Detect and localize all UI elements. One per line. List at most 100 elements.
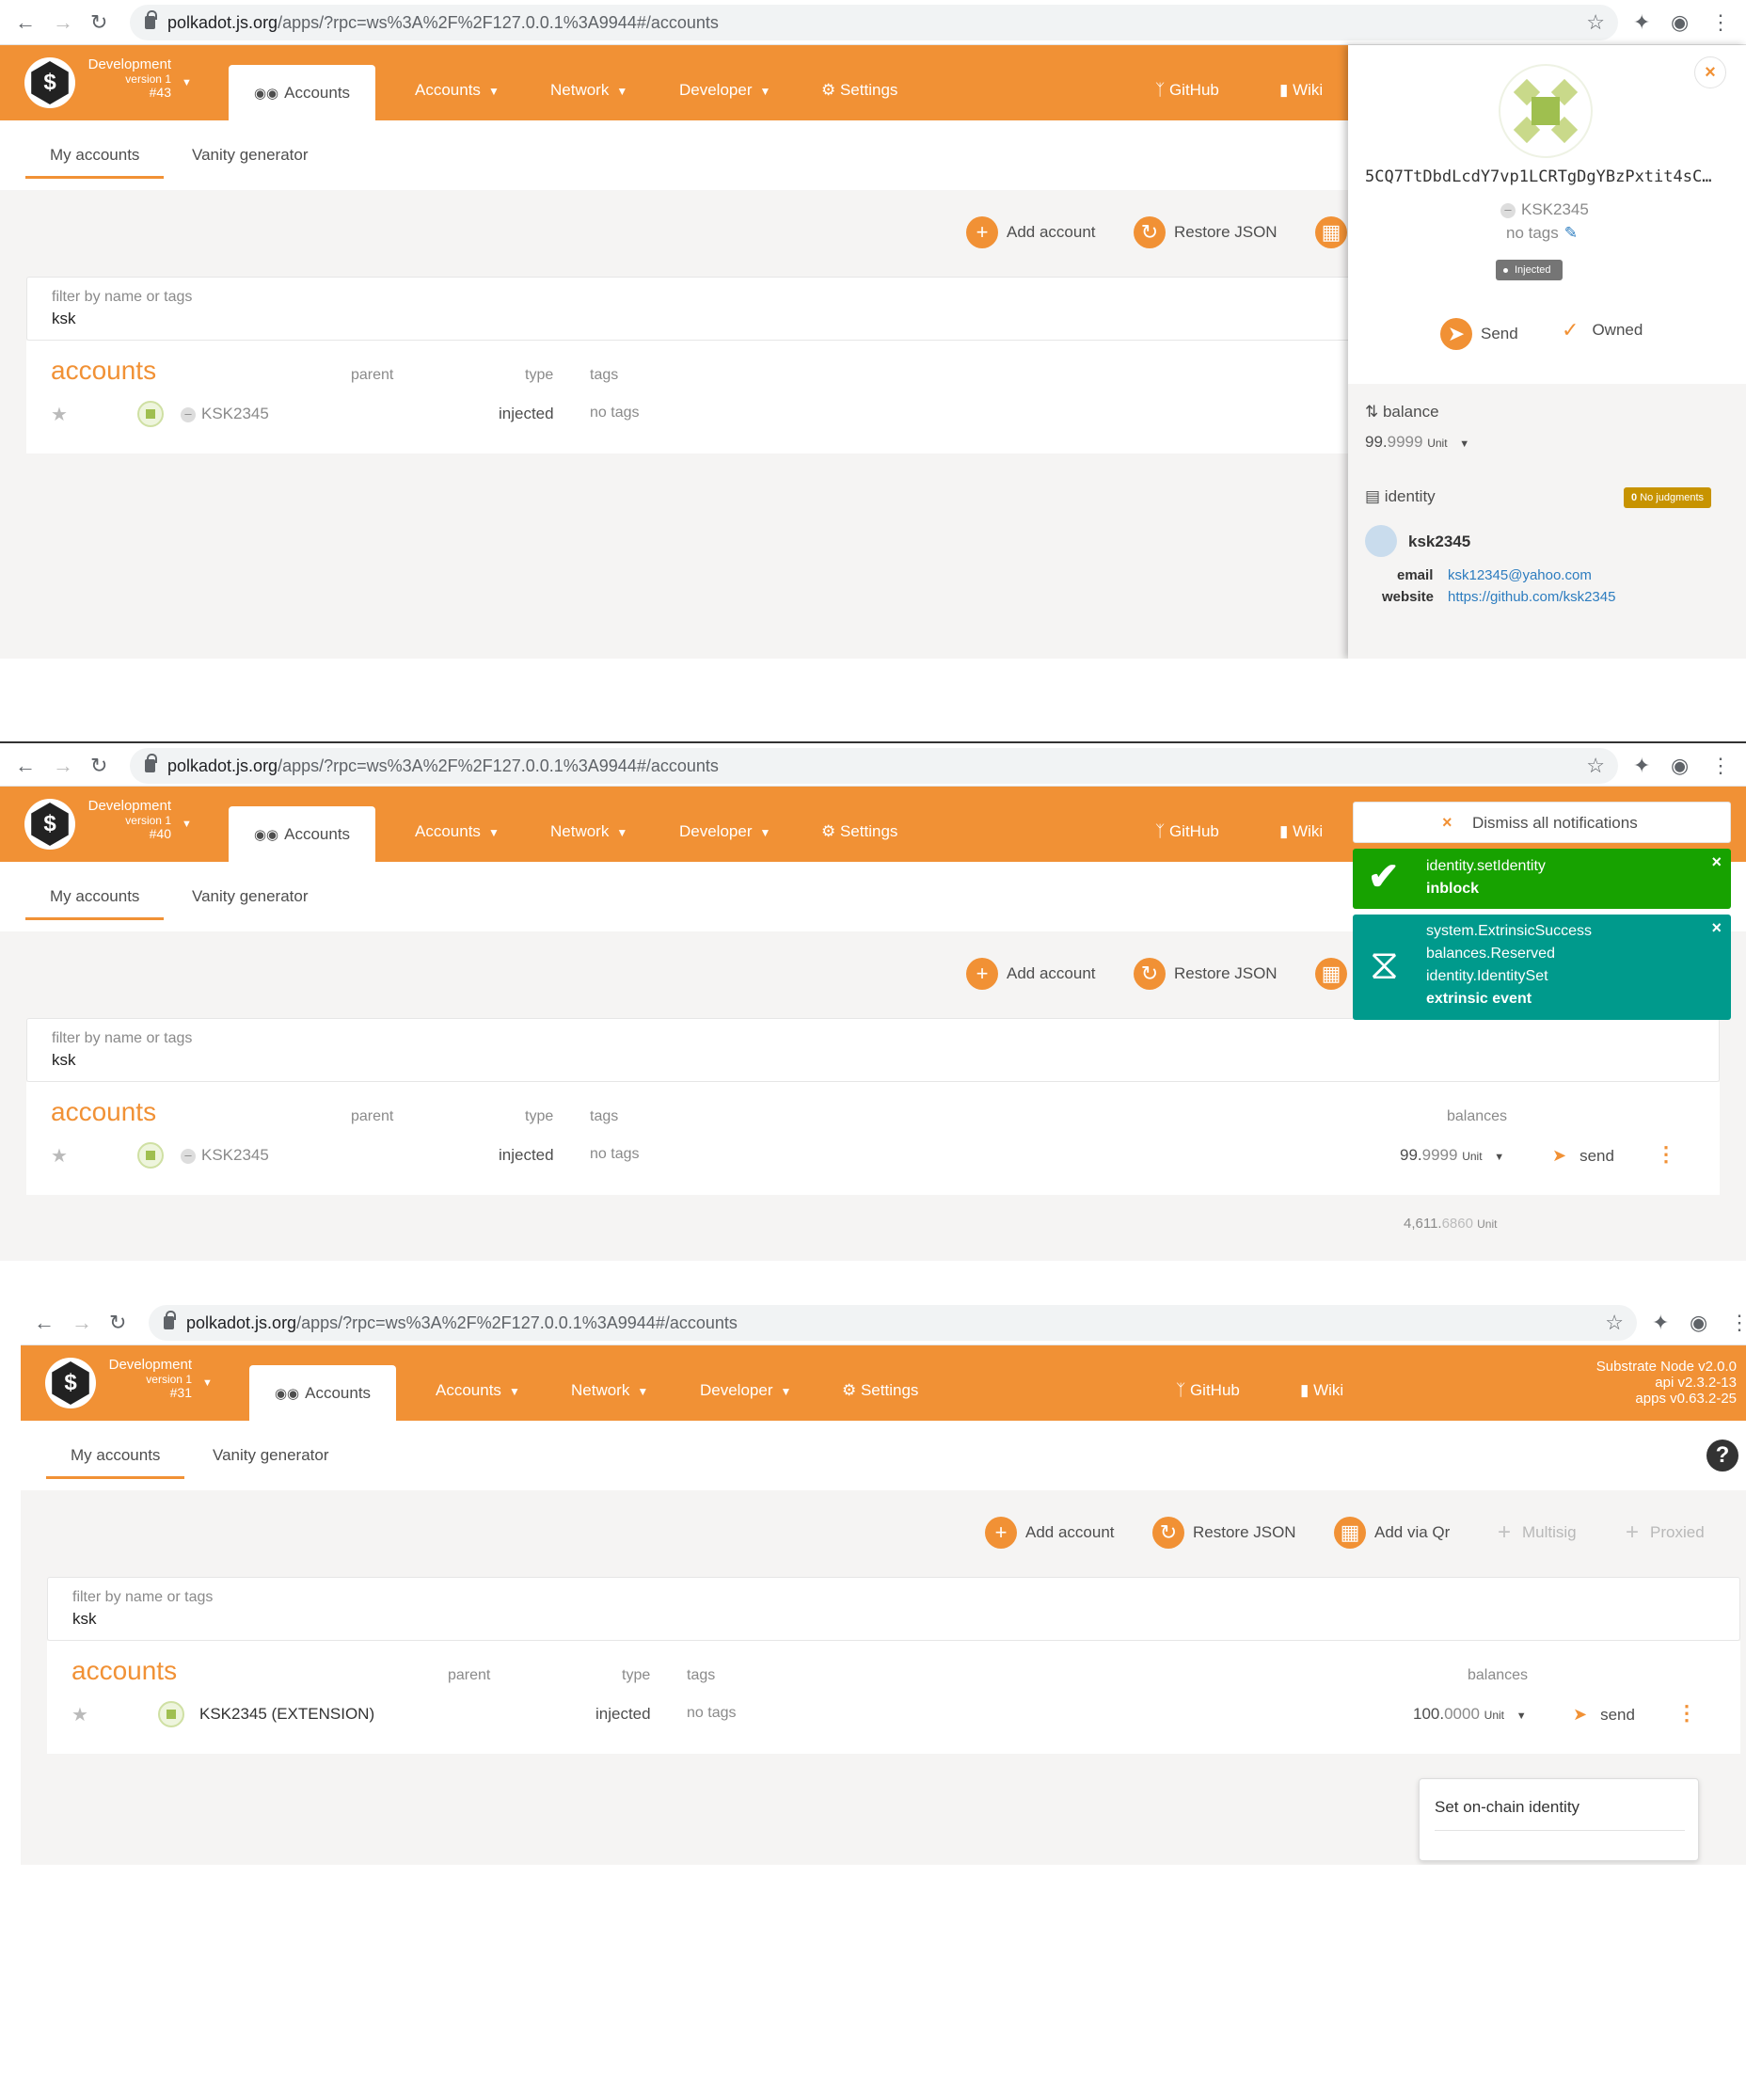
restore-json-button[interactable]: ↻ Restore JSON [1134,958,1278,990]
send-button[interactable]: ➤ Send [1440,318,1518,350]
tab-vanity-generator[interactable]: Vanity generator [213,1446,328,1465]
address-bar[interactable]: polkadot.js.org/apps/?rpc=ws%3A%2F%2F127… [130,748,1618,784]
extensions-icon[interactable]: ✦ [1652,1312,1669,1334]
row-menu-icon[interactable]: ⋮ [1676,1701,1697,1726]
set-onchain-identity-menu-item[interactable]: Set on-chain identity [1435,1798,1685,1831]
multisig-button[interactable]: + Multisig [1498,1517,1577,1549]
restore-json-button[interactable]: ↻ Restore JSON [1152,1517,1296,1549]
favorite-star-icon[interactable]: ★ [51,1144,68,1168]
add-via-qr-button[interactable]: ▦ Add via Qr [1334,1517,1450,1549]
forward-icon[interactable]: → [71,1312,92,1334]
menu-settings[interactable]: ⚙ Settings [821,81,897,100]
proxied-button[interactable]: + Proxied [1626,1517,1705,1549]
close-notification-icon[interactable]: × [1711,851,1722,873]
balance-value[interactable]: 99.9999 Unit ▼ [1365,433,1469,452]
owned-button[interactable]: ✓ Owned [1562,318,1643,342]
account-name[interactable]: – KSK2345 [181,1146,269,1165]
address-bar[interactable]: polkadot.js.org/apps/?rpc=ws%3A%2F%2F127… [130,5,1618,40]
favorite-star-icon[interactable]: ★ [71,1703,88,1726]
back-icon[interactable]: ← [15,755,36,777]
menu-developer[interactable]: Developer ▼ [679,81,770,100]
account-balance[interactable]: 100.0000 Unit ▼ [1413,1705,1527,1724]
reload-icon[interactable]: ↻ [109,1312,126,1334]
reload-icon[interactable]: ↻ [90,755,107,777]
browser-menu-icon[interactable]: ⋮ [1729,1312,1746,1334]
sidebar-account-name[interactable]: – KSK2345 [1500,200,1589,219]
close-notification-icon[interactable]: × [1711,916,1722,939]
reload-icon[interactable]: ↻ [90,11,107,34]
forward-icon[interactable]: → [53,11,73,34]
account-identicon-icon[interactable] [137,401,164,427]
email-link[interactable]: ksk12345@yahoo.com [1448,567,1592,583]
menu-wiki[interactable]: ▮ Wiki [1300,1381,1343,1400]
sidebar-tags[interactable]: no tags ✎ [1506,224,1578,243]
back-icon[interactable]: ← [15,11,36,34]
chain-logo[interactable]: $ [45,1358,96,1408]
account-name[interactable]: – KSK2345 [181,405,269,423]
address-bar[interactable]: polkadot.js.org/apps/?rpc=ws%3A%2F%2F127… [149,1305,1637,1341]
account-name[interactable]: KSK2345 (EXTENSION) [199,1705,374,1724]
menu-network[interactable]: Network ▼ [571,1381,648,1400]
forward-icon[interactable]: → [53,755,73,777]
bookmark-star-icon[interactable]: ☆ [1605,1311,1624,1335]
menu-wiki[interactable]: ▮ Wiki [1279,81,1323,100]
tab-accounts[interactable]: ◉◉ Accounts [229,65,375,120]
chain-logo[interactable]: $ [24,799,75,850]
profile-icon[interactable]: ◉ [1690,1312,1707,1334]
website-link[interactable]: https://github.com/ksk2345 [1448,589,1615,605]
notification-inblock[interactable]: ✔ identity.setIdentity inblock × [1353,849,1731,909]
restore-json-button[interactable]: ↻ Restore JSON [1134,216,1278,248]
menu-settings[interactable]: ⚙ Settings [821,822,897,841]
back-icon[interactable]: ← [34,1312,55,1334]
filter-input[interactable]: filter by name or tags ksk [26,1018,1720,1082]
tab-my-accounts[interactable]: My accounts [46,1446,185,1479]
add-account-button[interactable]: + Add account [966,958,1096,990]
profile-icon[interactable]: ◉ [1671,11,1689,34]
chain-info[interactable]: Development version 1 #31 [98,1357,192,1399]
browser-menu-icon[interactable]: ⋮ [1710,11,1731,34]
dismiss-all-notifications-button[interactable]: × Dismiss all notifications [1353,802,1731,843]
profile-icon[interactable]: ◉ [1671,755,1689,777]
tab-my-accounts[interactable]: My accounts [25,887,165,920]
menu-github[interactable]: ᛉ GitHub [1176,1381,1240,1400]
account-address[interactable]: 5CQ7TtDbdLcdY7vp1LCRTgDgYBzPxtit4sC… [1365,167,1711,186]
browser-menu-icon[interactable]: ⋮ [1710,755,1731,777]
menu-accounts[interactable]: Accounts ▼ [415,81,500,100]
send-button[interactable]: ➤ send [1552,1146,1614,1166]
extensions-icon[interactable]: ✦ [1633,11,1650,34]
tab-accounts[interactable]: ◉◉ Accounts [229,806,375,862]
help-icon[interactable]: ? [1706,1440,1738,1472]
add-account-button[interactable]: + Add account [966,216,1096,248]
menu-network[interactable]: Network ▼ [550,81,627,100]
menu-accounts[interactable]: Accounts ▼ [415,822,500,841]
menu-wiki[interactable]: ▮ Wiki [1279,822,1323,841]
bookmark-star-icon[interactable]: ☆ [1586,754,1605,778]
add-account-button[interactable]: + Add account [985,1517,1115,1549]
menu-settings[interactable]: ⚙ Settings [842,1381,918,1400]
account-balance[interactable]: 99.9999 Unit ▼ [1400,1146,1504,1165]
filter-input[interactable]: filter by name or tags ksk [26,277,1362,341]
chain-info[interactable]: Development version 1 #43 [77,56,171,99]
send-button[interactable]: ➤ send [1573,1705,1635,1725]
account-identicon-icon[interactable] [158,1701,184,1727]
extensions-icon[interactable]: ✦ [1633,755,1650,777]
menu-network[interactable]: Network ▼ [550,822,627,841]
close-sidebar-button[interactable]: × [1694,56,1726,88]
tab-my-accounts[interactable]: My accounts [25,146,165,179]
menu-github[interactable]: ᛉ GitHub [1155,81,1219,100]
tab-accounts[interactable]: ◉◉ Accounts [249,1365,396,1421]
favorite-star-icon[interactable]: ★ [51,403,68,426]
menu-accounts[interactable]: Accounts ▼ [436,1381,520,1400]
bookmark-star-icon[interactable]: ☆ [1586,10,1605,35]
add-via-qr-button[interactable]: ▦ [1315,958,1356,990]
chain-logo[interactable]: $ [24,57,75,108]
chain-info[interactable]: Development version 1 #40 [77,798,171,840]
menu-developer[interactable]: Developer ▼ [679,822,770,841]
row-menu-icon[interactable]: ⋮ [1656,1142,1676,1167]
account-identicon-icon[interactable] [137,1142,164,1169]
filter-input[interactable]: filter by name or tags ksk [47,1577,1740,1641]
notification-events[interactable]: ⧖ system.ExtrinsicSuccess balances.Reser… [1353,915,1731,1020]
menu-developer[interactable]: Developer ▼ [700,1381,791,1400]
tab-vanity-generator[interactable]: Vanity generator [192,887,308,906]
edit-icon[interactable]: ✎ [1564,224,1578,242]
